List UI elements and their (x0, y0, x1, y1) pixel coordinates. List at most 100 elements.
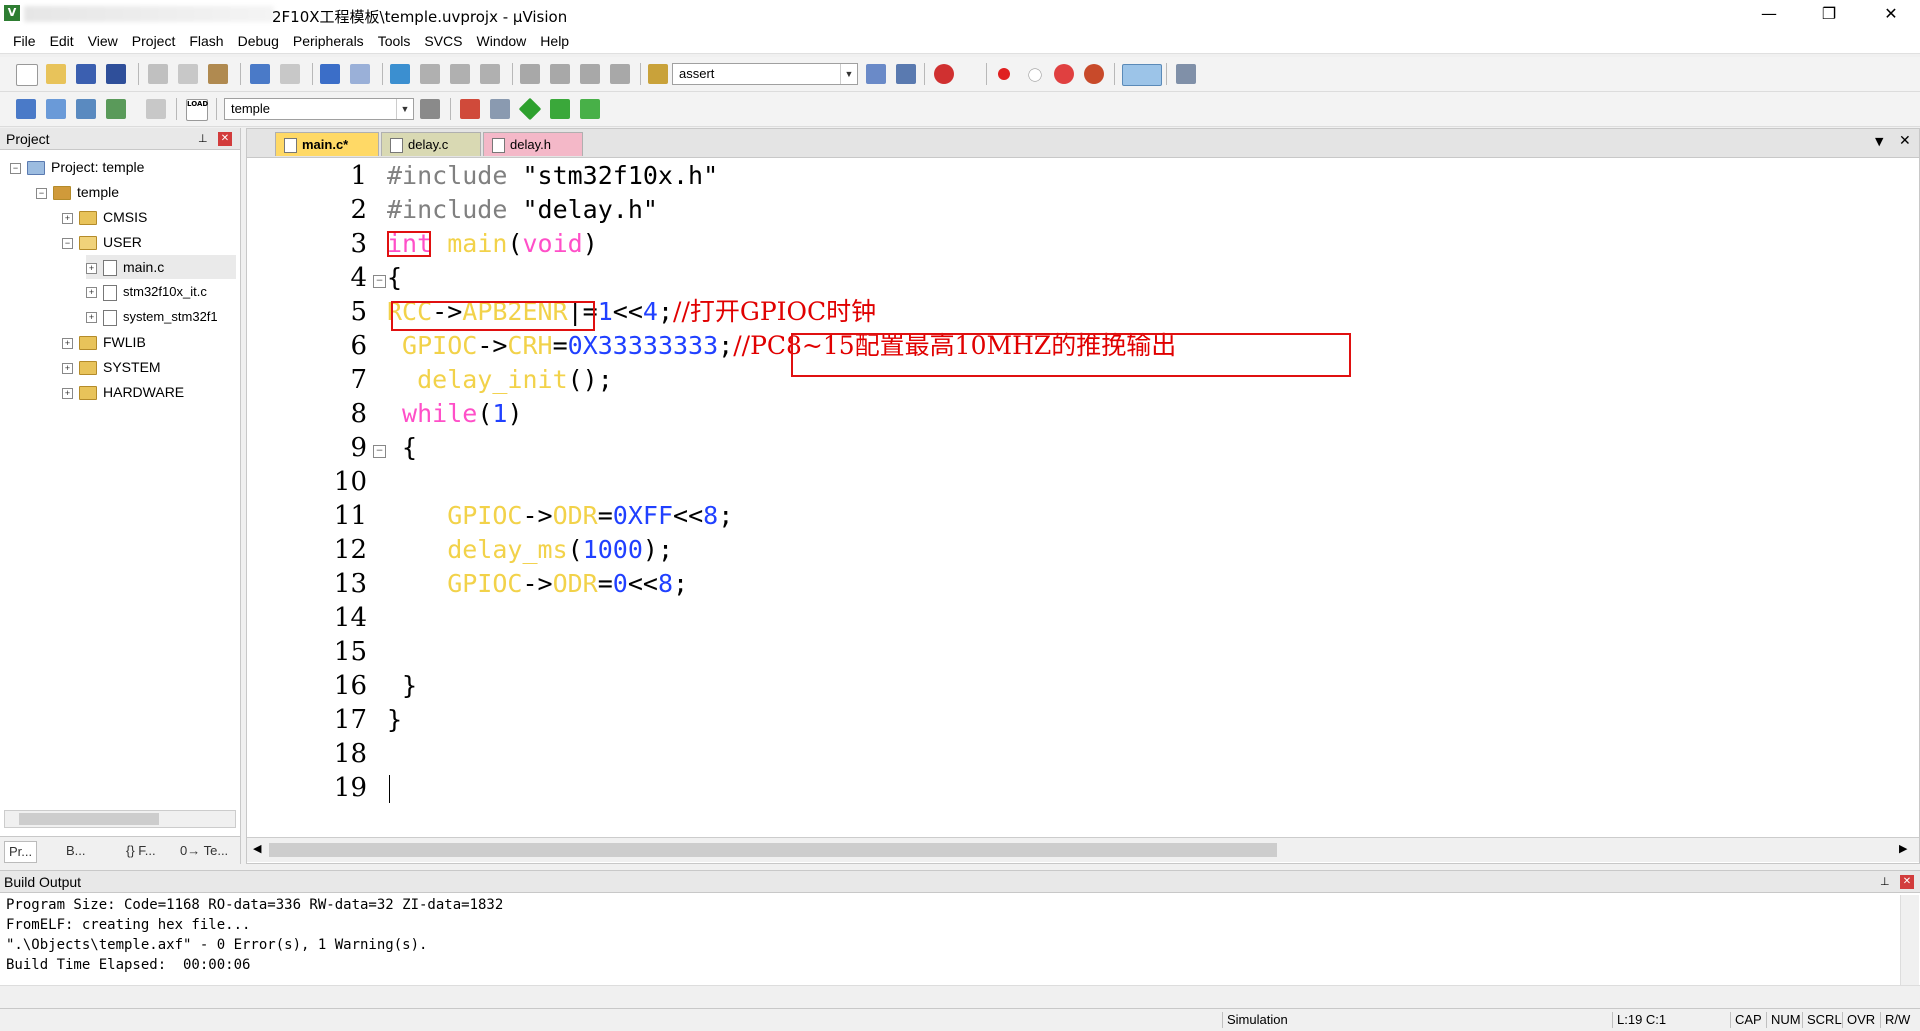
tree-target-temple[interactable]: − temple (36, 180, 119, 204)
save-icon[interactable] (76, 64, 96, 84)
tree-group-cmsis[interactable]: + CMSIS (62, 205, 147, 229)
fold-marker-icon[interactable]: − (373, 445, 386, 458)
editor-horizontal-scrollbar[interactable]: ◀ ▶ (247, 837, 1919, 862)
target-combo[interactable]: temple ▼ (224, 98, 414, 120)
chevron-down-icon[interactable]: ▼ (396, 99, 413, 119)
tab-list-chevron-icon[interactable]: ▼ (1875, 135, 1883, 148)
find-combo[interactable]: assert ▼ (672, 63, 858, 85)
incremental-find-icon[interactable] (896, 64, 916, 84)
undo-icon[interactable] (250, 64, 270, 84)
close-window-button[interactable]: ✕ (1862, 0, 1920, 28)
tree-group-system[interactable]: + SYSTEM (62, 355, 161, 379)
tree-file-main-c[interactable]: + main.c (86, 255, 236, 279)
project-horizontal-scrollbar[interactable] (4, 810, 236, 828)
cut-icon[interactable] (148, 64, 168, 84)
pack-installer-icon[interactable] (550, 99, 570, 119)
tree-group-fwlib[interactable]: + FWLIB (62, 330, 146, 354)
menu-tools[interactable]: Tools (371, 33, 418, 49)
expand-icon[interactable]: + (86, 262, 97, 274)
scroll-thumb[interactable] (269, 843, 1277, 857)
pin-icon[interactable]: ⊥ (1880, 871, 1890, 893)
menu-debug[interactable]: Debug (231, 33, 286, 49)
configure-icon[interactable] (1176, 64, 1196, 84)
download-load-icon[interactable]: LOAD (186, 99, 208, 121)
expand-icon[interactable]: + (62, 387, 73, 399)
disable-all-breakpoints-icon[interactable] (1054, 64, 1074, 84)
copy-icon[interactable] (178, 64, 198, 84)
menu-file[interactable]: File (6, 33, 43, 49)
expand-icon[interactable]: + (62, 362, 73, 374)
menu-edit[interactable]: Edit (43, 33, 81, 49)
chevron-down-icon[interactable]: ▼ (840, 64, 857, 84)
build-icon[interactable] (46, 99, 66, 119)
open-file-icon[interactable] (46, 64, 66, 84)
save-all-icon[interactable] (106, 64, 126, 84)
menu-help[interactable]: Help (533, 33, 576, 49)
nav-back-icon[interactable] (320, 64, 340, 84)
tab-delay-c[interactable]: delay.c (381, 132, 481, 156)
panel-close-icon[interactable]: ✕ (1900, 875, 1914, 889)
kill-all-breakpoints-icon[interactable] (1084, 64, 1104, 84)
manage-multi-project-icon[interactable] (490, 99, 510, 119)
window-layout-icon[interactable] (1122, 64, 1162, 86)
paste-icon[interactable] (208, 64, 228, 84)
tab-delay-h[interactable]: delay.h (483, 132, 583, 156)
next-bookmark-icon[interactable] (450, 64, 470, 84)
target-options-icon[interactable] (420, 99, 440, 119)
menu-flash[interactable]: Flash (182, 33, 230, 49)
menu-project[interactable]: Project (125, 33, 183, 49)
debug-session-icon[interactable] (934, 64, 954, 84)
scroll-thumb[interactable] (19, 813, 159, 825)
redo-icon[interactable] (280, 64, 300, 84)
expand-icon[interactable]: + (86, 312, 97, 324)
build-vertical-scrollbar[interactable] (1900, 895, 1919, 985)
tab-main-c[interactable]: main.c* (275, 132, 379, 156)
tree-group-user[interactable]: − USER (62, 230, 142, 254)
unindent-icon[interactable] (550, 64, 570, 84)
new-file-icon[interactable] (16, 64, 38, 86)
scroll-left-icon[interactable]: ◀ (253, 842, 261, 855)
pin-icon[interactable]: ⊥ (198, 128, 208, 150)
panel-close-icon[interactable]: ✕ (218, 132, 232, 146)
tab-functions[interactable]: {} F... (126, 841, 156, 861)
stop-build-icon[interactable] (146, 99, 166, 119)
fold-marker-icon[interactable]: − (373, 275, 386, 288)
disable-breakpoint-icon[interactable] (1028, 68, 1042, 82)
uncomment-icon[interactable] (610, 64, 630, 84)
prev-bookmark-icon[interactable] (420, 64, 440, 84)
indent-icon[interactable] (520, 64, 540, 84)
menu-svcs[interactable]: SVCS (417, 33, 469, 49)
select-packs-icon[interactable] (518, 97, 542, 121)
tab-books[interactable]: B... (66, 841, 86, 861)
code-editor[interactable]: main.c* delay.c delay.h ▼ ✕ 1 2 3 4 5 6 … (246, 128, 1920, 933)
breakpoint-icon[interactable] (998, 68, 1010, 80)
uvision-app-icon[interactable]: V (4, 5, 20, 21)
manage-rte-icon[interactable] (580, 99, 600, 119)
menu-view[interactable]: View (81, 33, 125, 49)
tree-group-hardware[interactable]: + HARDWARE (62, 380, 184, 404)
maximize-button[interactable]: ❐ (1800, 0, 1858, 28)
collapse-icon[interactable]: − (62, 237, 73, 249)
bookmark-icon[interactable] (390, 64, 410, 84)
find-icon[interactable] (866, 64, 886, 84)
batch-build-icon[interactable] (106, 99, 126, 119)
expand-icon[interactable]: + (62, 337, 73, 349)
menu-peripherals[interactable]: Peripherals (286, 33, 371, 49)
collapse-icon[interactable]: − (36, 187, 47, 199)
expand-icon[interactable]: + (62, 212, 73, 224)
scroll-right-icon[interactable]: ▶ (1899, 842, 1907, 855)
minimize-button[interactable]: — (1740, 0, 1798, 28)
tab-project[interactable]: Pr... (4, 841, 38, 863)
rebuild-icon[interactable] (76, 99, 96, 119)
tree-file-system-stm32f1[interactable]: + system_stm32f1 (86, 305, 218, 329)
tree-file-stm32f10x-it-c[interactable]: + stm32f10x_it.c (86, 280, 207, 304)
manage-project-items-icon[interactable] (460, 99, 480, 119)
close-tab-icon[interactable]: ✕ (1899, 133, 1911, 149)
clear-bookmarks-icon[interactable] (480, 64, 500, 84)
tree-project-root[interactable]: − Project: temple (10, 155, 144, 179)
menu-window[interactable]: Window (470, 33, 534, 49)
comment-icon[interactable] (580, 64, 600, 84)
build-horizontal-scrollbar[interactable] (0, 985, 1920, 1008)
translate-icon[interactable] (16, 99, 36, 119)
tab-templates[interactable]: 0→ Te... (180, 841, 228, 861)
